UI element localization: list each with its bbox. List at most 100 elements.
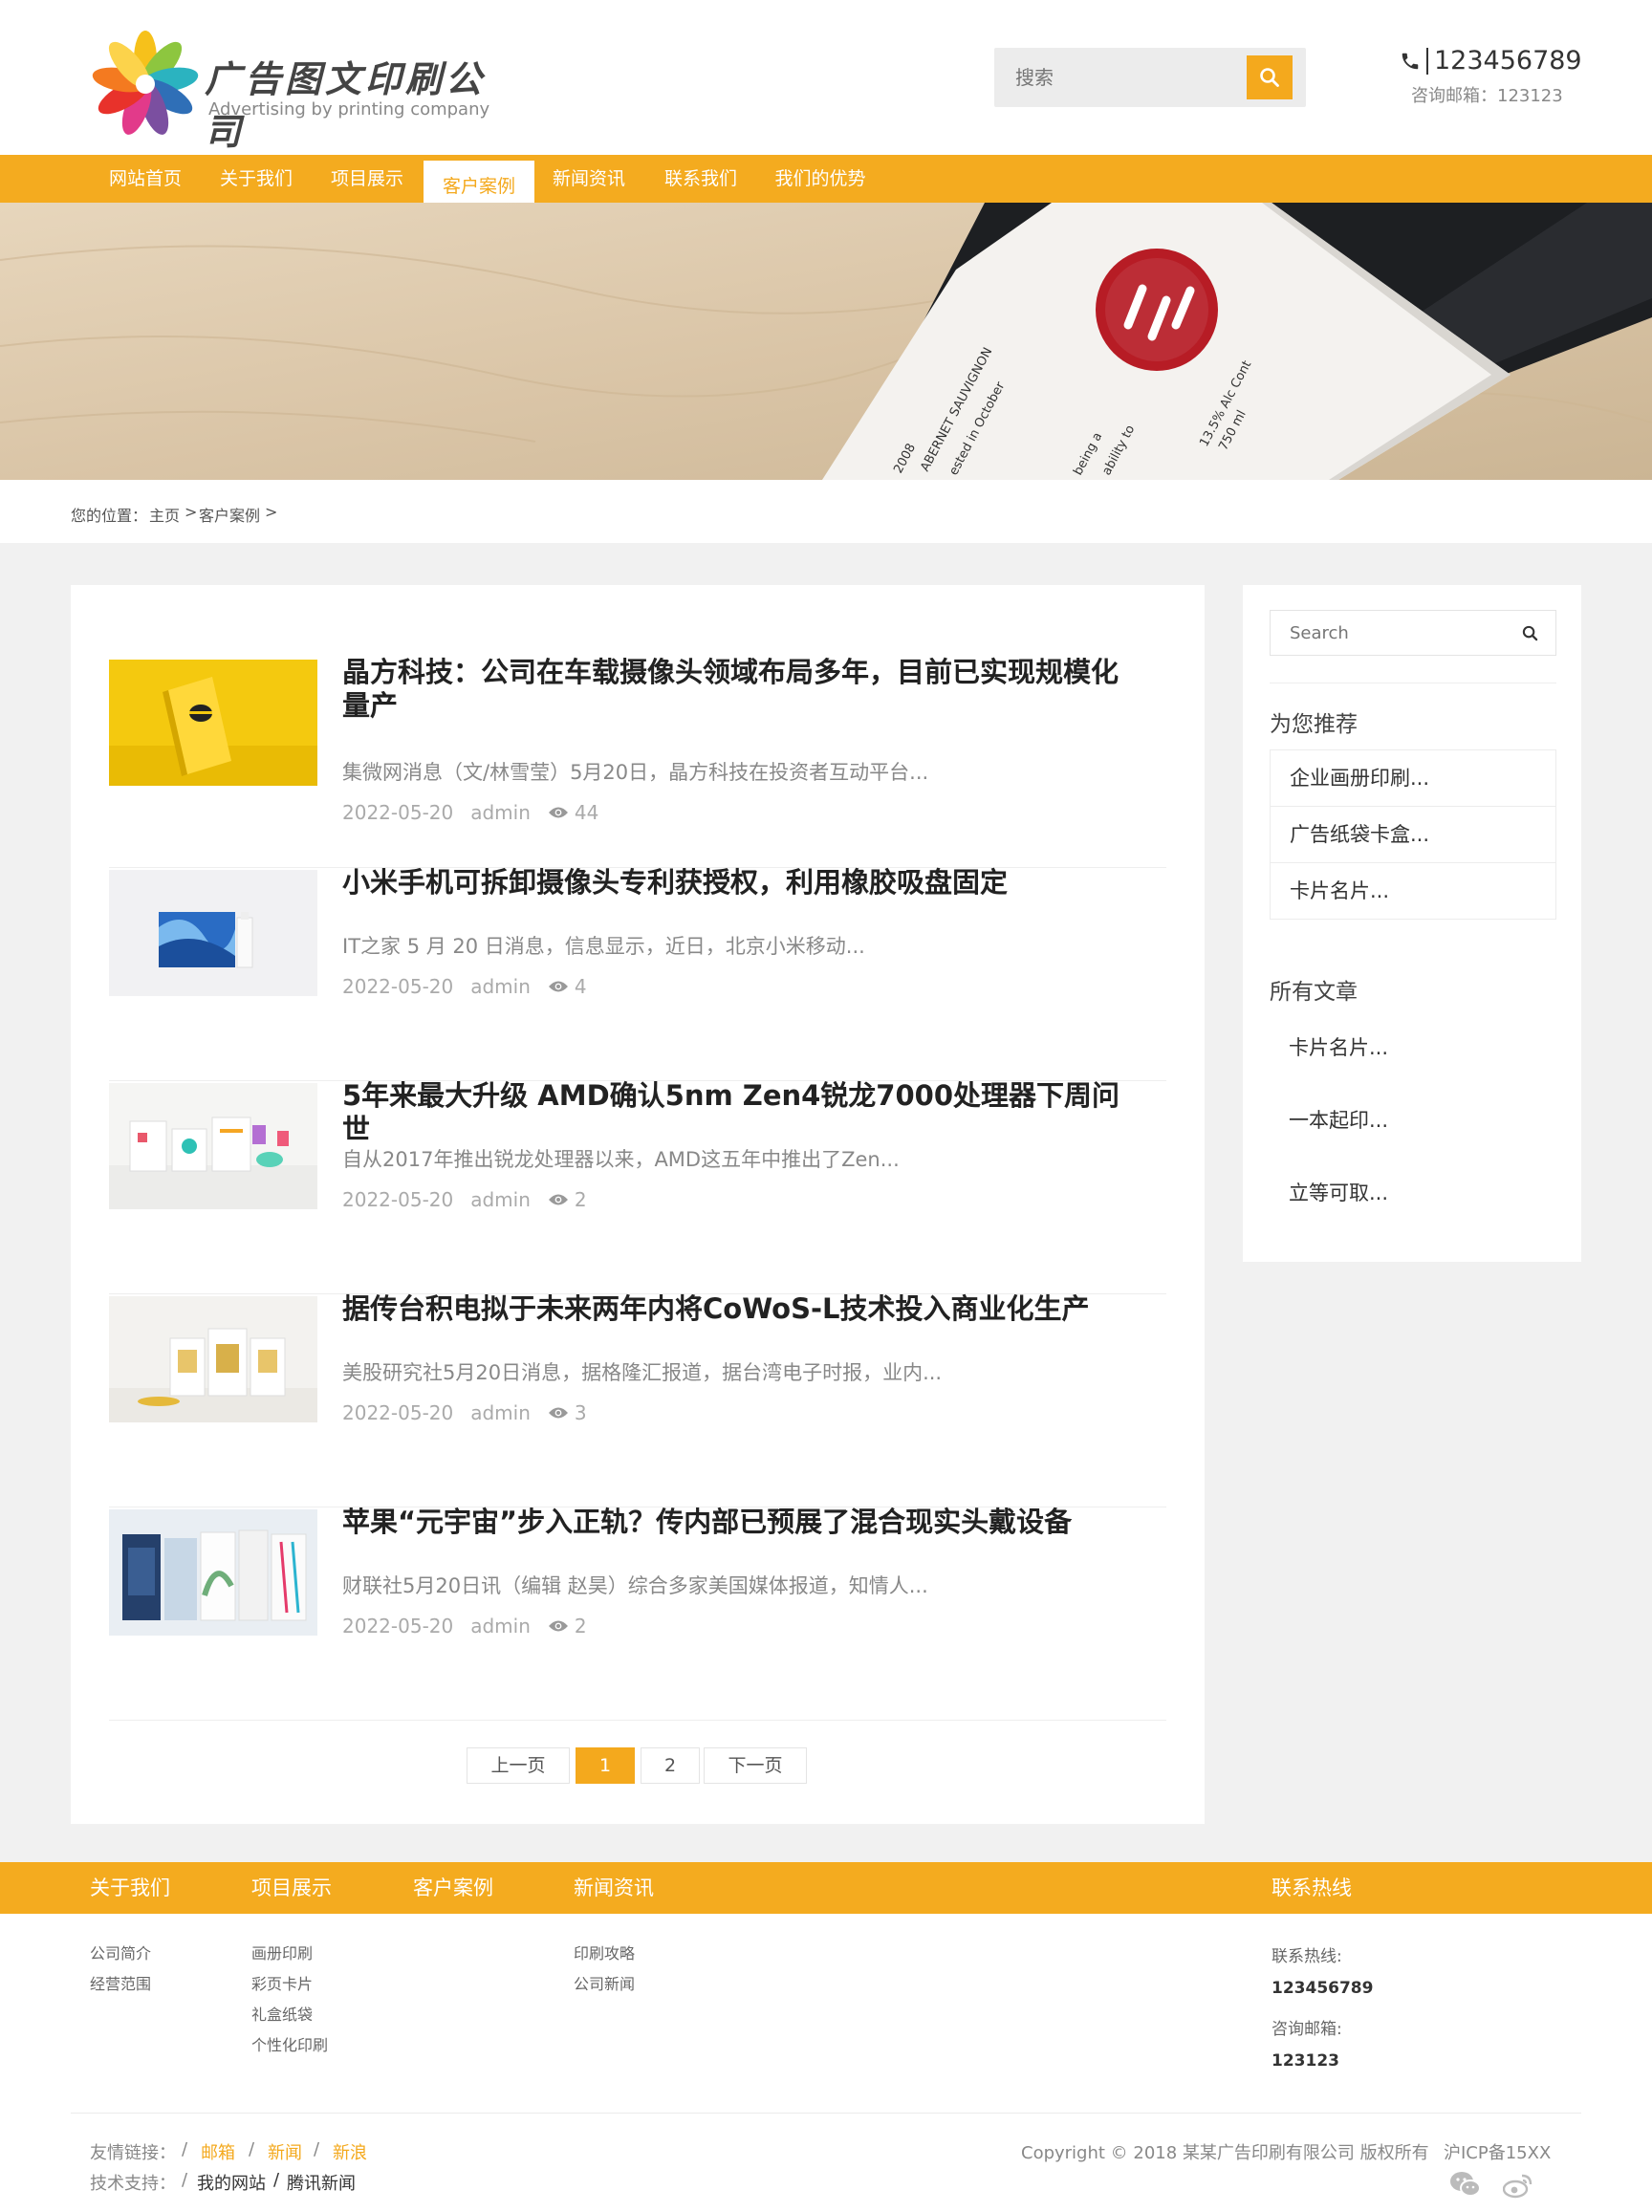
nav-home[interactable]: 网站首页 bbox=[94, 155, 197, 203]
link-separator: / bbox=[273, 2170, 280, 2190]
recommend-item[interactable]: 广告纸袋卡盒... bbox=[1270, 806, 1556, 863]
post-view-count: 44 bbox=[574, 801, 599, 824]
post-author: admin bbox=[470, 975, 531, 998]
footer-heading-bar: 关于我们 项目展示 客户案例 新闻资讯 联系热线 bbox=[0, 1862, 1652, 1914]
friend-links-label: 友情链接： bbox=[90, 2143, 176, 2163]
nav-about[interactable]: 关于我们 bbox=[205, 155, 308, 203]
recommend-item[interactable]: 企业画册印刷... bbox=[1270, 749, 1556, 807]
article-link[interactable]: 立等可取... bbox=[1289, 1178, 1388, 1206]
footer-link-project[interactable]: 个性化印刷 bbox=[251, 2032, 328, 2055]
eye-icon bbox=[548, 807, 568, 818]
footer-heading-projects[interactable]: 项目展示 bbox=[251, 1862, 332, 1914]
eye-icon bbox=[548, 981, 568, 992]
wechat-icon[interactable] bbox=[1449, 2170, 1482, 2199]
wine-bottle-banner-image: 2008 ABERNET SAUVIGNON ested in October … bbox=[0, 203, 1652, 480]
post-meta: 2022-05-20 admin 44 bbox=[342, 801, 598, 824]
pagination-next[interactable]: 下一页 bbox=[704, 1747, 807, 1784]
footer-divider bbox=[71, 2113, 1581, 2114]
footer-link-about[interactable]: 经营范围 bbox=[90, 1971, 151, 1994]
post-author: admin bbox=[470, 1188, 531, 1211]
breadcrumb: 您的位置： 主页 > 客户案例 > bbox=[0, 480, 1652, 543]
post-title[interactable]: 5年来最大升级 AMD确认5nm Zen4锐龙7000处理器下周问世 bbox=[342, 1079, 1145, 1146]
post-thumbnail-image bbox=[109, 1083, 317, 1209]
phone-divider bbox=[1426, 47, 1428, 75]
nav-projects[interactable]: 项目展示 bbox=[315, 155, 419, 203]
post-excerpt: 财联社5月20日讯（编辑 赵昊）综合多家美国媒体报道，知情人... bbox=[342, 1574, 928, 1597]
eye-icon bbox=[548, 1407, 568, 1419]
post-title[interactable]: 据传台积电拟于未来两年内将CoWoS-L技术投入商业化生产 bbox=[342, 1292, 1145, 1326]
post-title[interactable]: 小米手机可拆卸摄像头专利获授权，利用橡胶吸盘固定 bbox=[342, 866, 1145, 900]
friend-link[interactable]: 新闻 bbox=[268, 2139, 302, 2164]
breadcrumb-home[interactable]: 主页 bbox=[149, 503, 180, 526]
footer-hotline-number: 123456789 bbox=[1272, 1979, 1374, 1998]
list-item: 小米手机可拆卸摄像头专利获授权，利用橡胶吸盘固定 IT之家 5 月 20 日消息… bbox=[109, 866, 1166, 1081]
post-excerpt: 集微网消息（文/林雪莹）5月20日，晶方科技在投资者互动平台... bbox=[342, 761, 929, 784]
footer-link-project[interactable]: 礼盒纸袋 bbox=[251, 2002, 313, 2025]
sidebar-search-input[interactable] bbox=[1271, 611, 1510, 655]
post-meta: 2022-05-20 admin 3 bbox=[342, 1401, 587, 1424]
flower-logo-icon bbox=[92, 31, 199, 135]
footer-email-value: 123123 bbox=[1272, 2051, 1339, 2071]
post-view-count: 3 bbox=[574, 1401, 587, 1424]
post-thumbnail[interactable] bbox=[109, 660, 317, 786]
support-link[interactable]: 腾讯新闻 bbox=[287, 2170, 356, 2195]
logo-english-name: Advertising by printing company bbox=[208, 99, 490, 119]
recommend-item[interactable]: 卡片名片... bbox=[1270, 862, 1556, 920]
post-thumbnail[interactable] bbox=[109, 1083, 317, 1209]
header-search-button[interactable] bbox=[1247, 55, 1293, 99]
phone-icon bbox=[1402, 53, 1419, 69]
pagination-page-1[interactable]: 1 bbox=[576, 1747, 635, 1784]
friend-link[interactable]: 新浪 bbox=[333, 2139, 367, 2164]
footer-email-label: 咨询邮箱: bbox=[1272, 2020, 1342, 2039]
header-phone-number: 123456789 bbox=[1434, 46, 1582, 76]
tech-support-label: 技术支持： bbox=[90, 2174, 176, 2194]
copyright-text: Copyright © 2018 某某广告印刷有限公司 版权所有 bbox=[1021, 2143, 1429, 2163]
post-thumbnail-image bbox=[109, 1509, 317, 1636]
footer-link-project[interactable]: 彩页卡片 bbox=[251, 1971, 313, 1994]
weibo-icon[interactable] bbox=[1503, 2172, 1533, 2199]
footer-heading-cases[interactable]: 客户案例 bbox=[413, 1862, 493, 1914]
post-thumbnail[interactable] bbox=[109, 1296, 317, 1422]
link-separator: / bbox=[182, 2170, 188, 2190]
search-icon[interactable] bbox=[1522, 625, 1538, 641]
nav-contact[interactable]: 联系我们 bbox=[649, 155, 752, 203]
breadcrumb-current[interactable]: 客户案例 bbox=[199, 503, 260, 526]
article-link[interactable]: 一本起印... bbox=[1289, 1105, 1388, 1134]
post-thumbnail[interactable] bbox=[109, 1509, 317, 1636]
footer-link-news[interactable]: 印刷攻略 bbox=[574, 1941, 635, 1963]
post-thumbnail-image bbox=[109, 660, 317, 786]
friend-link[interactable]: 邮箱 bbox=[201, 2139, 235, 2164]
footer-link-about[interactable]: 公司简介 bbox=[90, 1941, 151, 1963]
post-thumbnail[interactable] bbox=[109, 870, 317, 996]
pagination-prev[interactable]: 上一页 bbox=[467, 1747, 570, 1784]
post-view-count: 2 bbox=[574, 1188, 587, 1211]
post-title[interactable]: 苹果“元宇宙”步入正轨？传内部已预展了混合现实头戴设备 bbox=[342, 1506, 1145, 1539]
link-separator: / bbox=[314, 2139, 320, 2159]
footer-heading-about[interactable]: 关于我们 bbox=[90, 1862, 170, 1914]
header-search-input[interactable] bbox=[994, 48, 1243, 107]
pagination-page-2[interactable]: 2 bbox=[641, 1747, 700, 1784]
footer-heading-news[interactable]: 新闻资讯 bbox=[574, 1862, 654, 1914]
footer-hotline-label: 联系热线: bbox=[1272, 1947, 1342, 1966]
footer-link-news[interactable]: 公司新闻 bbox=[574, 1971, 635, 1994]
footer-link-project[interactable]: 画册印刷 bbox=[251, 1941, 313, 1963]
post-views: 4 bbox=[548, 975, 587, 998]
post-title[interactable]: 晶方科技：公司在车载摄像头领域布局多年，目前已实现规模化量产 bbox=[342, 656, 1145, 723]
nav-news[interactable]: 新闻资讯 bbox=[537, 155, 641, 203]
breadcrumb-label: 您的位置： bbox=[71, 507, 148, 525]
site-logo[interactable]: 广告图文印刷公司 Advertising by printing company bbox=[92, 31, 512, 153]
recommend-title: 为您推荐 bbox=[1270, 712, 1358, 737]
post-date: 2022-05-20 bbox=[342, 801, 454, 824]
sidebar-search bbox=[1270, 610, 1556, 656]
article-link[interactable]: 卡片名片... bbox=[1289, 1032, 1388, 1061]
nav-advantages[interactable]: 我们的优势 bbox=[761, 155, 880, 203]
all-articles-title: 所有文章 bbox=[1270, 980, 1358, 1005]
post-excerpt: 自从2017年推出锐龙处理器以来，AMD这五年中推出了Zen... bbox=[342, 1148, 900, 1171]
post-date: 2022-05-20 bbox=[342, 1188, 454, 1211]
icp-number[interactable]: 沪ICP备15XX bbox=[1444, 2139, 1551, 2164]
main-nav: 网站首页 关于我们 项目展示 客户案例 新闻资讯 联系我们 我们的优势 bbox=[0, 155, 1652, 212]
post-views: 3 bbox=[548, 1401, 587, 1424]
site-footer: 公司简介 经营范围 画册印刷 彩页卡片 礼盒纸袋 个性化印刷 印刷攻略 公司新闻… bbox=[0, 1914, 1652, 2212]
post-author: admin bbox=[470, 801, 531, 824]
support-link[interactable]: 我的网站 bbox=[197, 2170, 266, 2195]
